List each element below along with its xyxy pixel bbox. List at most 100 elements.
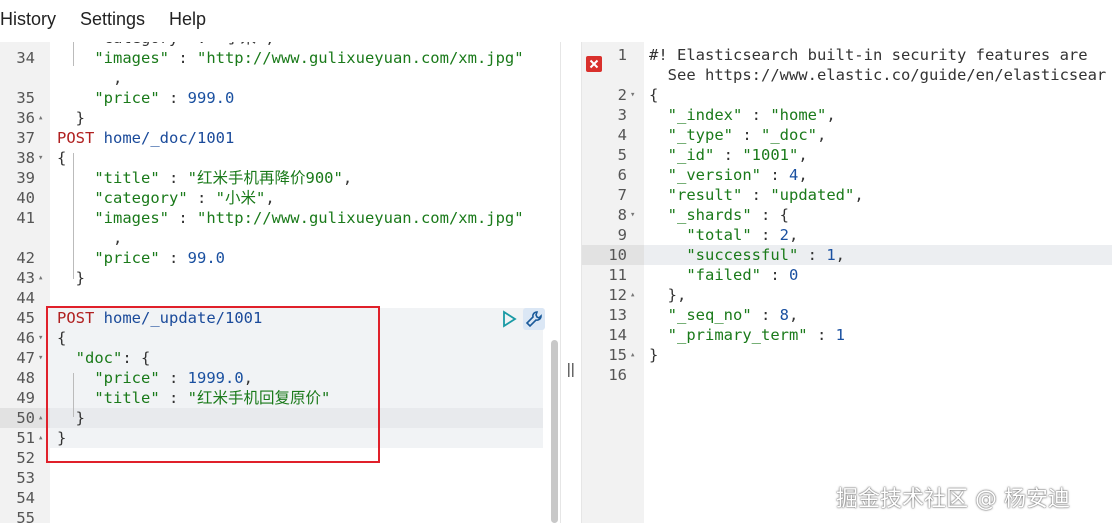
code-token: "total"	[649, 226, 752, 244]
line-number: 41	[16, 209, 35, 227]
code-token: 1	[835, 326, 845, 344]
line-number: 14	[608, 326, 627, 344]
code-token: "price"	[57, 89, 160, 107]
code-token: "_type"	[649, 126, 733, 144]
fold-collapse-icon[interactable]: ▾	[38, 148, 43, 168]
code-line: 39 "title" : "红米手机再降价900",	[0, 168, 560, 188]
code-token: 2	[779, 226, 789, 244]
run-request-icon[interactable]	[500, 310, 518, 328]
code-token: }	[649, 346, 659, 364]
fold-collapse-icon[interactable]: ▾	[38, 328, 43, 348]
line-number: 16	[608, 366, 627, 384]
code-token: "小米"	[215, 189, 266, 207]
line-number: 45	[16, 309, 35, 327]
code-text: "_primary_term" : 1	[649, 325, 845, 345]
code-token: {	[649, 86, 659, 104]
code-token: {	[57, 149, 67, 167]
code-line: 34 "images" : "http://www.gulixueyuan.co…	[0, 48, 560, 68]
code-text: ,	[57, 228, 122, 248]
fold-end-icon[interactable]: ▴	[38, 428, 43, 448]
code-token: 1	[826, 246, 836, 264]
code-line: 41 "images" : "http://www.gulixueyuan.co…	[0, 208, 560, 228]
code-token: "_id"	[649, 146, 715, 164]
resize-grip-icon[interactable]	[567, 362, 575, 378]
menu-help[interactable]: Help	[169, 9, 206, 30]
line-number: 9	[617, 226, 627, 244]
code-line: 1 #! Elasticsearch built-in security feat…	[582, 45, 1112, 65]
code-text: "category" : "小米",	[57, 188, 275, 208]
line-number: 55	[16, 509, 35, 523]
menu-history[interactable]: History	[0, 9, 56, 30]
code-line: 10 "successful" : 1,	[582, 245, 1112, 265]
menu-settings[interactable]: Settings	[80, 9, 145, 30]
code-line: 12 ▴ },	[582, 285, 1112, 305]
code-token: :	[798, 246, 827, 264]
fold-end-icon[interactable]: ▴	[630, 285, 635, 305]
code-token: :	[159, 89, 188, 107]
code-line: 13 "_seq_no" : 8,	[582, 305, 1112, 325]
response-viewer[interactable]: 1 #! Elasticsearch built-in security feat…	[582, 42, 1112, 523]
fold-end-icon[interactable]: ▴	[38, 408, 43, 428]
code-line: ,	[0, 228, 560, 248]
code-text: "_id" : "1001",	[649, 145, 808, 165]
fold-end-icon[interactable]: ▴	[630, 345, 635, 365]
request-scrollbar[interactable]	[551, 340, 558, 523]
code-line: 54	[0, 488, 560, 508]
code-text: "price" : 99.0	[57, 248, 225, 268]
indent-guide	[73, 153, 74, 279]
code-line: 40 "category" : "小米",	[0, 188, 560, 208]
code-token: home/_doc/1001	[103, 129, 235, 147]
code-token: ,	[789, 306, 799, 324]
code-token: :	[187, 189, 216, 207]
line-number: 46	[16, 329, 35, 347]
wrench-icon[interactable]	[523, 308, 545, 330]
line-number: 39	[16, 169, 35, 187]
code-token: ,	[57, 69, 123, 87]
fold-collapse-icon[interactable]: ▾	[630, 85, 635, 105]
code-text: "price" : 999.0	[57, 88, 234, 108]
pane-divider[interactable]	[560, 42, 582, 523]
code-text: See https://www.elastic.co/guide/en/elas…	[649, 65, 1107, 85]
code-token: "result"	[649, 186, 743, 204]
code-token: :	[742, 106, 771, 124]
code-line: 4 "_type" : "_doc",	[582, 125, 1112, 145]
code-text: }	[649, 345, 658, 365]
code-line: 5 "_id" : "1001",	[582, 145, 1112, 165]
line-number: 49	[16, 389, 35, 407]
fold-end-icon[interactable]: ▴	[38, 268, 43, 288]
code-token: :	[751, 306, 780, 324]
fold-collapse-icon[interactable]: ▾	[630, 205, 635, 225]
code-token: ,	[265, 189, 275, 207]
code-line: 16	[582, 365, 1112, 385]
code-text: "successful" : 1,	[649, 245, 845, 265]
line-number: 42	[16, 249, 35, 267]
code-token: :	[742, 186, 771, 204]
code-text: }	[57, 108, 85, 128]
line-number: 43	[16, 269, 35, 287]
code-token: "_seq_no"	[649, 306, 752, 324]
code-line: 44	[0, 288, 560, 308]
fold-end-icon[interactable]: ▴	[38, 108, 43, 128]
line-number: 47	[16, 349, 35, 367]
code-line: 2 ▾ {	[582, 85, 1112, 105]
line-number: 34	[16, 49, 35, 67]
code-token: :	[714, 146, 743, 164]
line-number: 13	[608, 306, 627, 324]
code-text: },	[649, 285, 687, 305]
code-text: "images" : "http://www.gulixueyuan.com/x…	[57, 208, 523, 228]
code-text: }	[57, 268, 85, 288]
code-line: 42 "price" : 99.0	[0, 248, 560, 268]
code-text: "failed" : 0	[649, 265, 798, 285]
code-token: "home"	[770, 106, 827, 124]
fold-collapse-icon[interactable]: ▾	[38, 348, 43, 368]
code-token: "_index"	[649, 106, 743, 124]
code-token: :	[168, 209, 197, 227]
code-token: "_primary_term"	[649, 326, 808, 344]
code-token: "红米手机再降价900"	[187, 169, 343, 187]
code-token: "_version"	[649, 166, 761, 184]
code-token: :	[751, 226, 780, 244]
code-token: POST	[57, 129, 95, 147]
line-number: 48	[16, 369, 35, 387]
line-number: 10	[608, 246, 627, 264]
